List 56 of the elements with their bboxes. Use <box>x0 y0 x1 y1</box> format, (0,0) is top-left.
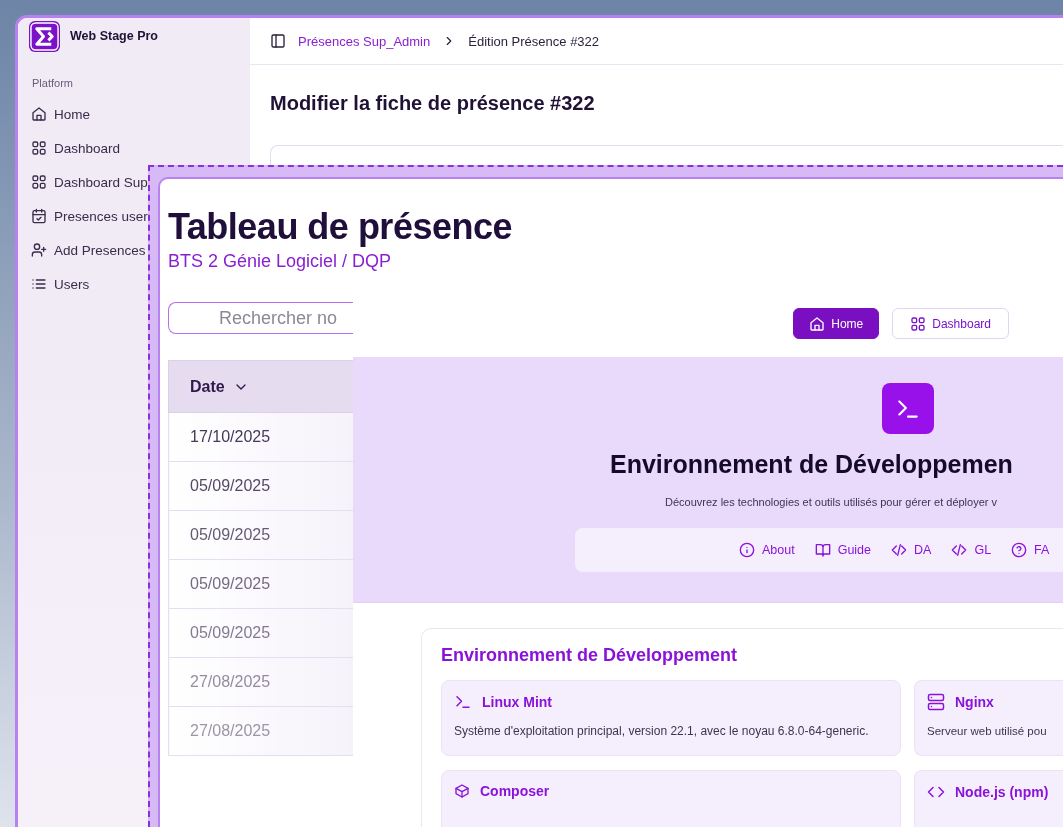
window-title: Tableau de présence <box>168 205 513 249</box>
sidebar-item[interactable]: Add Presences <box>29 233 146 267</box>
sidebar-item[interactable]: Users <box>29 267 90 301</box>
table-cell: 05/09/2025 <box>168 461 354 511</box>
table-cell: 05/09/2025 <box>168 559 354 609</box>
breadcrumb-link[interactable]: Présences Sup_Admin <box>298 33 431 49</box>
sidebar-item[interactable]: Home <box>29 97 90 131</box>
code-icon <box>951 542 968 558</box>
app-name: Web Stage Pro <box>70 29 158 43</box>
terminal-icon <box>454 693 472 711</box>
card-title: Linux Mint <box>482 694 552 710</box>
nav-link[interactable]: GL <box>951 542 992 558</box>
nav-link[interactable]: About <box>739 542 795 558</box>
home-icon <box>31 106 47 122</box>
grid-icon <box>31 140 47 156</box>
column-header[interactable]: Date <box>168 360 354 413</box>
info-icon <box>739 542 755 558</box>
sidebar-toggle-icon <box>270 33 286 49</box>
list-icon <box>31 276 47 292</box>
sidebar-item[interactable]: Presences user <box>29 199 148 233</box>
table-cell: 17/10/2025 <box>168 412 354 462</box>
package-icon <box>454 783 470 799</box>
hero-description: Découvrez les technologies et outils utilisés pour gérer et déployer v <box>665 496 997 508</box>
nav-button[interactable]: Dashboard <box>892 308 1009 339</box>
hero-title: Environnement de Développemen <box>610 449 1013 480</box>
nav-link[interactable]: FA <box>1011 542 1050 558</box>
user-plus-icon <box>31 242 47 258</box>
code-icon <box>891 542 908 558</box>
table-cell: 27/08/2025 <box>168 706 354 756</box>
section-label: Platform <box>32 77 73 89</box>
table-cell: 05/09/2025 <box>168 510 354 560</box>
book-icon <box>814 542 831 558</box>
card-description: Système d'exploitation principal, version 22.1, avec le noyau 6.8.0-64-generic. <box>454 723 870 740</box>
help-icon <box>1011 542 1028 558</box>
section-title: Environnement de Développement <box>441 645 739 666</box>
nav-button[interactable]: Home <box>793 308 880 339</box>
card-description: Serveur web utilisé pou <box>927 724 1048 739</box>
calendar-check-icon <box>31 208 47 224</box>
table-cell: 27/08/2025 <box>168 657 354 707</box>
search-field[interactable]: Rechercher no <box>168 302 354 334</box>
card-title: Nginx <box>955 694 994 710</box>
nav-link[interactable]: DA <box>891 542 932 558</box>
server-icon <box>927 693 945 711</box>
card-title: Node.js (npm) <box>955 784 1049 800</box>
grid-icon <box>910 315 927 332</box>
page-title: Modifier la fiche de présence #322 <box>270 92 596 115</box>
home-icon <box>809 315 826 332</box>
breadcrumb-current: Édition Présence #322 <box>468 33 600 49</box>
card-title: Composer <box>480 783 550 799</box>
nav-link[interactable]: Guide <box>814 542 872 558</box>
logo-icon <box>29 20 60 52</box>
sidebar-item[interactable]: Dashboard Sup <box>29 165 148 199</box>
grid-icon <box>31 174 47 190</box>
sidebar-item[interactable]: Dashboard <box>29 131 121 165</box>
subtitle: BTS 2 Génie Logiciel / DQP <box>168 251 393 272</box>
table-cell: 05/09/2025 <box>168 608 354 658</box>
